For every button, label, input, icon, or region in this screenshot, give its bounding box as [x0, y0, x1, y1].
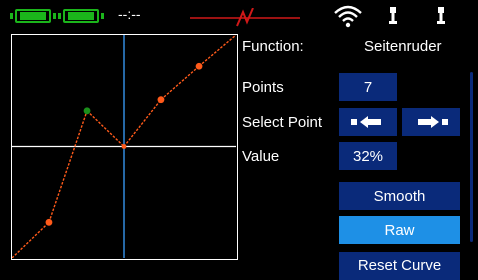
curve-graph[interactable] [11, 34, 238, 260]
timer-display: --:-- [118, 6, 141, 22]
value-field[interactable]: 32% [339, 142, 397, 170]
pin-icon [437, 7, 445, 24]
value-value: 32% [352, 147, 384, 165]
curve-segment [86, 110, 125, 148]
curve-segment [48, 110, 88, 223]
selected-curve-point [83, 107, 91, 115]
raw-button[interactable]: Raw [339, 216, 460, 244]
points-label: Points [242, 79, 284, 96]
curve-plot [12, 35, 236, 258]
function-value: Seitenruder [364, 38, 442, 55]
next-point-button[interactable] [402, 108, 460, 136]
curve-segment [12, 221, 50, 258]
previous-point-button[interactable] [339, 108, 397, 136]
select-point-label: Select Point [242, 114, 323, 131]
reset-curve-button-label: Reset Curve [357, 257, 442, 274]
points-value-field[interactable]: 7 [339, 73, 397, 101]
curve-point [121, 144, 127, 149]
pin-icon [389, 7, 397, 24]
signal-line-icon [190, 8, 300, 27]
wifi-icon [334, 5, 362, 28]
curve-point [157, 96, 165, 104]
battery-1-icon [10, 9, 56, 23]
scrollbar[interactable] [470, 72, 473, 242]
status-bar: --:-- [0, 0, 478, 32]
points-value: 7 [363, 78, 373, 96]
raw-button-label: Raw [384, 221, 415, 239]
curve-segment [160, 65, 200, 101]
curve-point [195, 62, 203, 70]
smooth-button[interactable]: Smooth [339, 182, 460, 210]
value-label: Value [242, 148, 280, 165]
curve-segment [198, 35, 236, 67]
curve-point [45, 218, 53, 226]
battery-2-icon [58, 9, 104, 23]
arrow-right-icon [418, 116, 448, 128]
smooth-button-label: Smooth [373, 187, 426, 205]
arrow-left-icon [351, 116, 381, 128]
function-label: Function: [242, 38, 304, 55]
curve-segment [123, 99, 162, 147]
reset-curve-button[interactable]: Reset Curve [339, 252, 460, 280]
